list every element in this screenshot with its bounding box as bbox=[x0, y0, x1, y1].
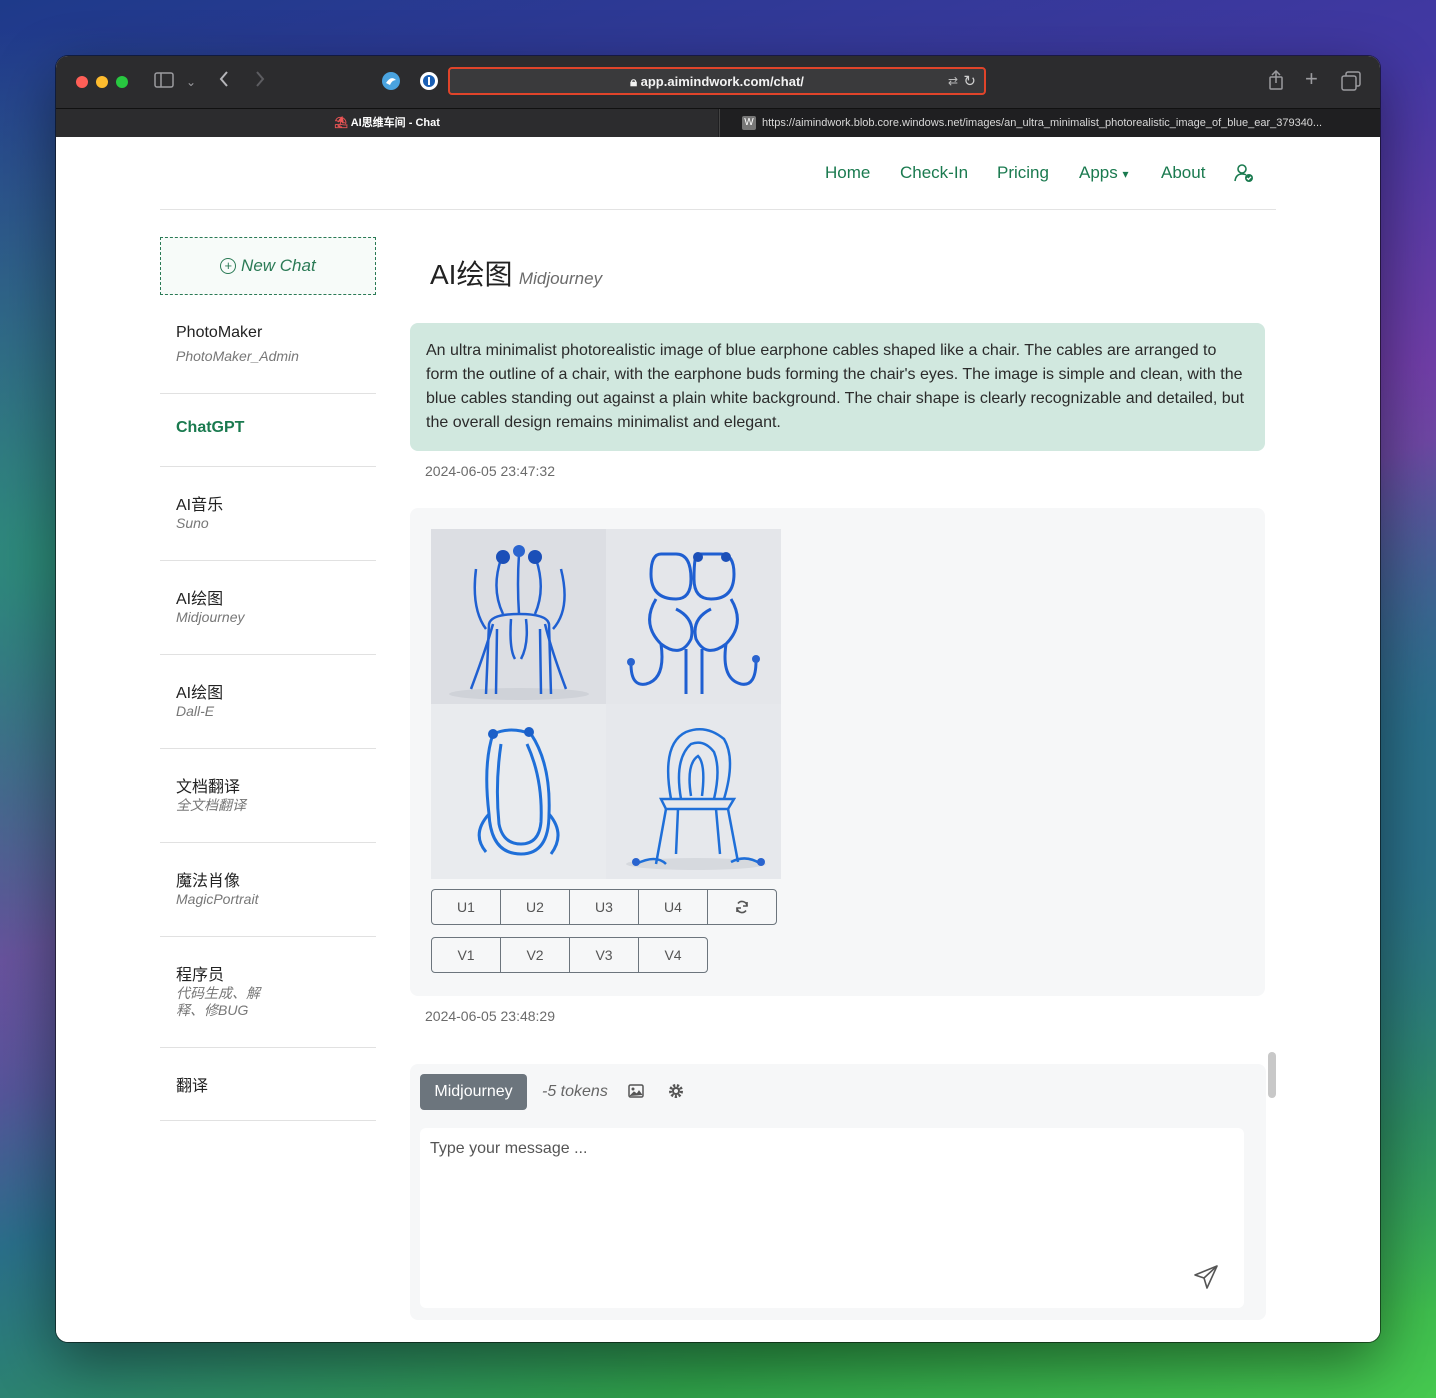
extension-icon[interactable] bbox=[381, 71, 401, 95]
sidebar-item-title: AI绘图 bbox=[176, 685, 224, 702]
favicon-icon: ⛱︎ bbox=[334, 117, 349, 129]
bot-message: U1 U2 U3 U4 V1 V2 V3 V4 bbox=[410, 508, 1265, 996]
image-icon[interactable] bbox=[628, 1084, 644, 1103]
new-tab-icon[interactable]: + bbox=[1305, 68, 1318, 90]
title-text: AI绘图 bbox=[430, 259, 513, 290]
generated-image-4[interactable] bbox=[606, 704, 781, 879]
user-message-time: 2024-06-05 23:47:32 bbox=[425, 463, 555, 479]
close-window-button[interactable] bbox=[76, 76, 88, 88]
gear-icon[interactable] bbox=[668, 1083, 684, 1104]
reload-icon[interactable]: ↻ bbox=[963, 72, 976, 90]
tab-image[interactable]: Whttps://aimindwork.blob.core.windows.ne… bbox=[719, 109, 1380, 137]
share-icon[interactable] bbox=[1268, 69, 1284, 94]
sidebar-item-title: 翻译 bbox=[176, 1078, 209, 1095]
sidebar-item-title: 文档翻译 bbox=[176, 779, 241, 796]
address-bar[interactable]: 🔒︎ app.aimindwork.com/chat/ ⇄ ↻ bbox=[448, 67, 986, 95]
minimize-window-button[interactable] bbox=[96, 76, 108, 88]
tab-overview-icon[interactable] bbox=[1341, 71, 1361, 95]
lock-icon: 🔒︎ bbox=[630, 74, 638, 89]
bot-message-time: 2024-06-05 23:48:29 bbox=[425, 1008, 555, 1024]
v4-button[interactable]: V4 bbox=[638, 937, 708, 973]
sidebar-item-title: AI音乐 bbox=[176, 497, 224, 514]
token-cost: -5 tokens bbox=[542, 1083, 608, 1100]
sidebar-item-photomaker[interactable]: PhotoMaker PhotoMaker_Admin bbox=[160, 295, 376, 394]
sidebar-item-title: 程序员 bbox=[176, 967, 225, 984]
sidebar-item-translate[interactable]: 翻译 bbox=[160, 1048, 376, 1121]
tab-chat[interactable]: ⛱︎ AI思维车间 - Chat bbox=[56, 109, 718, 137]
sidebar-item-title: ChatGPT bbox=[176, 419, 245, 436]
page-title: AI绘图 Midjourney bbox=[430, 253, 602, 293]
sidebar-item-midjourney[interactable]: AI绘图 Midjourney bbox=[160, 561, 376, 655]
user-message: An ultra minimalist photorealistic image… bbox=[410, 323, 1265, 451]
tab-bar: ⛱︎ AI思维车间 - Chat Whttps://aimindwork.blo… bbox=[56, 108, 1380, 137]
sidebar-item-doc-translate[interactable]: 文档翻译 全文档翻译 bbox=[160, 749, 376, 843]
reroll-button[interactable] bbox=[707, 889, 777, 925]
send-icon[interactable] bbox=[1193, 1264, 1219, 1295]
sidebar-item-subtitle: Suno bbox=[176, 515, 209, 531]
message-input[interactable]: Type your message ... bbox=[420, 1128, 1244, 1308]
generated-image-2[interactable] bbox=[606, 529, 781, 704]
nav-home[interactable]: Home bbox=[825, 163, 870, 183]
sidebar-item-ai-music[interactable]: AI音乐 Suno bbox=[160, 467, 376, 561]
generated-image-1[interactable] bbox=[431, 529, 606, 704]
user-check-icon[interactable] bbox=[1234, 163, 1254, 188]
u3-button[interactable]: U3 bbox=[569, 889, 639, 925]
url-text: app.aimindwork.com/chat/ bbox=[640, 74, 804, 89]
translate-icon[interactable]: ⇄ bbox=[948, 74, 958, 88]
v1-button[interactable]: V1 bbox=[431, 937, 501, 973]
plus-circle-icon: + bbox=[220, 258, 237, 274]
refresh-icon bbox=[736, 900, 748, 914]
sidebar-item-title: PhotoMaker bbox=[176, 324, 263, 341]
page: Home Check-In Pricing Apps ▾ About + New… bbox=[56, 137, 1380, 1342]
back-icon[interactable] bbox=[218, 70, 230, 92]
sidebar-item-title: 魔法肖像 bbox=[176, 873, 241, 890]
sidebar-item-magic-portrait[interactable]: 魔法肖像 MagicPortrait bbox=[160, 843, 376, 937]
caret-down-icon: ▾ bbox=[1122, 167, 1129, 181]
user-message-text: An ultra minimalist photorealistic image… bbox=[426, 342, 1245, 431]
nav-apps-label: Apps bbox=[1079, 163, 1118, 182]
chevron-down-icon[interactable]: ⌄ bbox=[186, 72, 196, 92]
sidebar-item-title: AI绘图 bbox=[176, 591, 224, 608]
sidebar-item-subtitle: Midjourney bbox=[176, 609, 245, 625]
composer: Midjourney -5 tokens Type your message .… bbox=[410, 1064, 1266, 1320]
generated-image-grid[interactable] bbox=[431, 529, 781, 879]
u4-button[interactable]: U4 bbox=[638, 889, 708, 925]
sidebar-item-programmer[interactable]: 程序员 代码生成、解释、修BUG bbox=[160, 937, 376, 1048]
nav-apps[interactable]: Apps ▾ bbox=[1079, 163, 1129, 183]
v3-button[interactable]: V3 bbox=[569, 937, 639, 973]
sidebar-item-subtitle: 代码生成、解释、修BUG bbox=[176, 985, 260, 1018]
new-chat-label: New Chat bbox=[241, 256, 316, 275]
sidebar-item-chatgpt[interactable]: ChatGPT bbox=[160, 394, 376, 467]
nav-about[interactable]: About bbox=[1161, 163, 1205, 183]
chat-scrollbar[interactable] bbox=[1268, 1052, 1276, 1098]
tab-label: AI思维车间 - Chat bbox=[350, 117, 440, 129]
zoom-window-button[interactable] bbox=[116, 76, 128, 88]
sidebar-item-dalle[interactable]: AI绘图 Dall-E bbox=[160, 655, 376, 749]
new-chat-button[interactable]: + New Chat bbox=[160, 237, 376, 295]
w-favicon-icon: W bbox=[742, 116, 756, 131]
tab-label: https://aimindwork.blob.core.windows.net… bbox=[762, 117, 1323, 129]
browser-window: ⌄ 🔒︎ app.aimindwork.com/chat/ ⇄ ↻ + ⛱︎ A… bbox=[56, 56, 1380, 1342]
sidebar-item-subtitle: 全文档翻译 bbox=[176, 797, 246, 813]
title-subtitle: Midjourney bbox=[518, 269, 603, 288]
variation-button-group: V1 V2 V3 V4 bbox=[431, 937, 708, 973]
nav-check-in[interactable]: Check-In bbox=[900, 163, 968, 183]
sidebar-item-subtitle: Dall-E bbox=[176, 703, 215, 719]
upscale-button-group: U1 U2 U3 U4 bbox=[431, 889, 777, 925]
u2-button[interactable]: U2 bbox=[500, 889, 570, 925]
forward-icon[interactable] bbox=[254, 70, 266, 92]
nav-pricing[interactable]: Pricing bbox=[997, 163, 1049, 183]
sidebar-item-subtitle: MagicPortrait bbox=[176, 891, 259, 907]
top-navbar: Home Check-In Pricing Apps ▾ About bbox=[160, 137, 1276, 210]
message-placeholder: Type your message ... bbox=[430, 1140, 588, 1157]
u1-button[interactable]: U1 bbox=[431, 889, 501, 925]
browser-toolbar: ⌄ 🔒︎ app.aimindwork.com/chat/ ⇄ ↻ + bbox=[56, 56, 1380, 108]
sidebar-toggle-icon[interactable] bbox=[154, 72, 174, 92]
password-manager-icon[interactable] bbox=[419, 71, 439, 95]
v2-button[interactable]: V2 bbox=[500, 937, 570, 973]
model-badge[interactable]: Midjourney bbox=[420, 1074, 527, 1110]
generated-image-3[interactable] bbox=[431, 704, 606, 879]
sidebar-item-subtitle: PhotoMaker_Admin bbox=[176, 348, 299, 364]
